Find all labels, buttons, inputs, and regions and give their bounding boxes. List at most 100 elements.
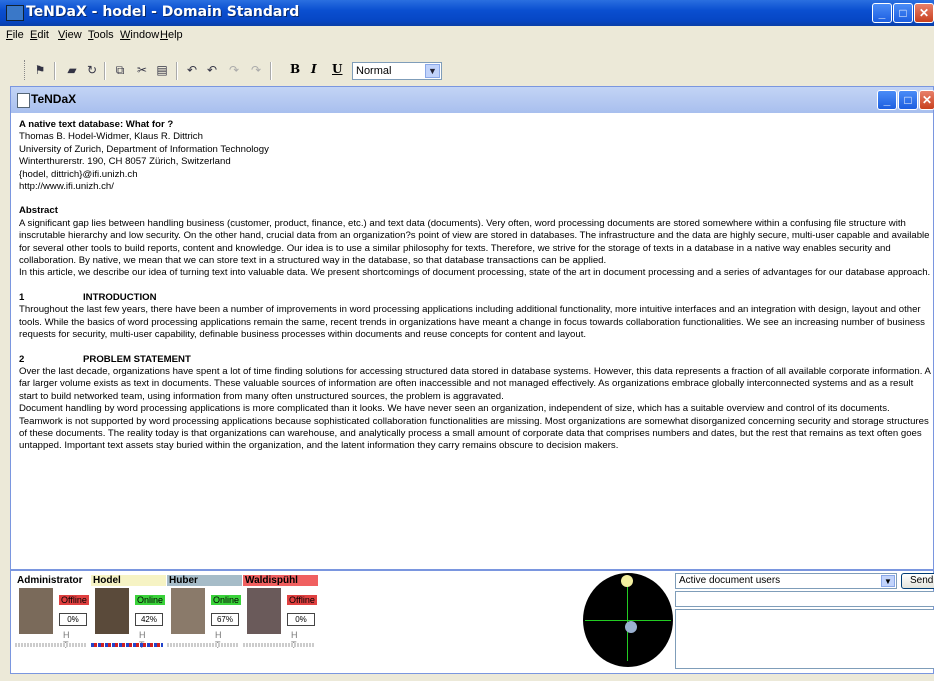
user-status: Offline bbox=[287, 595, 317, 605]
user-ht-flags: H T bbox=[215, 630, 227, 650]
user-activity-bar bbox=[91, 643, 163, 647]
app-title-bar: TeNDaX - hodel - Domain Standard _ □ ✕ bbox=[0, 0, 934, 26]
user-progress: 67% bbox=[211, 613, 239, 626]
body-paragraph: Over the last decade, organizations have… bbox=[19, 365, 931, 402]
user-card[interactable]: Huber Online 67% H T bbox=[167, 575, 242, 650]
redo-icon[interactable]: ↷ bbox=[226, 62, 242, 78]
user-activity-bar bbox=[15, 643, 87, 647]
user-ht-flags: H T bbox=[139, 630, 151, 650]
doc-url: http://www.ifi.unizh.ch/ bbox=[19, 181, 114, 193]
avatar bbox=[19, 588, 53, 634]
user-card[interactable]: Hodel Online 42% H T bbox=[91, 575, 166, 650]
chevron-down-icon[interactable]: ▼ bbox=[425, 64, 440, 78]
menu-file[interactable]: File bbox=[6, 29, 24, 41]
document-icon bbox=[17, 93, 30, 108]
paste-icon[interactable]: ▤ bbox=[154, 62, 170, 78]
document-window: TeNDaX _ □ ✕ A native text database: Wha… bbox=[10, 86, 934, 570]
chat-log bbox=[675, 609, 934, 669]
doc-close-button[interactable]: ✕ bbox=[919, 90, 934, 110]
avatar bbox=[171, 588, 205, 634]
toolbar: ⚑ ▰ ↻ ⧉ ✂ ▤ ↶ ↶ ↷ ↷ B I U bbox=[0, 58, 934, 84]
chevron-down-icon[interactable]: ▼ bbox=[881, 575, 895, 587]
collaboration-panel: Administrator Offline 0% H T Hodel Onlin… bbox=[10, 570, 934, 674]
window-title: TeNDaX - hodel - Domain Standard bbox=[26, 4, 300, 20]
user-card[interactable]: Waldispühl Offline 0% H T bbox=[243, 575, 318, 650]
radar-user-dot bbox=[625, 621, 637, 633]
document-text-area[interactable]: A native text database: What for ? Thoma… bbox=[19, 119, 934, 453]
chat-input[interactable] bbox=[675, 591, 934, 607]
abstract-paragraph: A significant gap lies between handling … bbox=[19, 217, 930, 267]
open-folder-icon[interactable]: ▰ bbox=[64, 62, 80, 78]
separator bbox=[270, 62, 272, 80]
user-activity-bar bbox=[243, 643, 315, 647]
doc-title: A native text database: What for ? bbox=[19, 119, 174, 130]
avatar bbox=[95, 588, 129, 634]
doc-address: Winterthurerstr. 190, CH 8057 Zürich, Sw… bbox=[19, 156, 231, 168]
section-title: PROBLEM STATEMENT bbox=[83, 353, 191, 365]
refresh-icon[interactable]: ↻ bbox=[84, 62, 100, 78]
menu-edit[interactable]: Edit bbox=[30, 29, 49, 41]
user-name: Huber bbox=[167, 575, 242, 586]
menu-help[interactable]: Help bbox=[160, 29, 183, 41]
section-title: INTRODUCTION bbox=[83, 291, 157, 303]
menu-tools[interactable]: Tools bbox=[88, 29, 114, 41]
cut-icon[interactable]: ✂ bbox=[134, 62, 150, 78]
bold-button[interactable]: B bbox=[290, 62, 300, 76]
maximize-button[interactable]: □ bbox=[893, 3, 913, 23]
menu-view[interactable]: View bbox=[58, 29, 82, 41]
chat-channel-value: Active document users bbox=[679, 575, 781, 586]
document-window-title: TeNDaX bbox=[31, 92, 77, 106]
body-paragraph: Document handling by word processing app… bbox=[19, 403, 929, 452]
send-button[interactable]: Send bbox=[901, 573, 934, 589]
document-window-title-bar: TeNDaX _ □ ✕ bbox=[11, 87, 934, 113]
user-status: Online bbox=[135, 595, 166, 605]
user-activity-bar bbox=[167, 643, 239, 647]
chat-panel: Active document users ▼ Send bbox=[675, 573, 934, 669]
status-bar bbox=[0, 675, 934, 681]
section-number: 1 bbox=[19, 291, 25, 303]
menu-window[interactable]: Window bbox=[120, 29, 159, 41]
close-button[interactable]: ✕ bbox=[914, 3, 934, 23]
user-position-radar bbox=[583, 573, 673, 667]
style-select[interactable]: Normal ▼ bbox=[352, 62, 442, 80]
chat-channel-select[interactable]: Active document users ▼ bbox=[675, 573, 897, 589]
section-heading: 2 PROBLEM STATEMENT bbox=[19, 354, 934, 366]
doc-email: {hodel, dittrich}@ifi.unizh.ch bbox=[19, 168, 138, 180]
undo-all-icon[interactable]: ↶ bbox=[204, 62, 220, 78]
user-card[interactable]: Administrator Offline 0% H T bbox=[15, 575, 90, 650]
user-name: Waldispühl bbox=[243, 575, 318, 586]
redo-all-icon[interactable]: ↷ bbox=[248, 62, 264, 78]
user-progress: 0% bbox=[287, 613, 315, 626]
menu-bar: File Edit View Tools Window Help bbox=[0, 26, 934, 46]
doc-maximize-button[interactable]: □ bbox=[898, 90, 918, 110]
user-name: Administrator bbox=[15, 575, 90, 586]
body-paragraph: Throughout the last few years, there hav… bbox=[19, 304, 925, 341]
separator bbox=[104, 62, 106, 80]
user-ht-flags: H T bbox=[63, 630, 75, 650]
radar-user-dot bbox=[621, 575, 633, 587]
doc-minimize-button[interactable]: _ bbox=[877, 90, 897, 110]
undo-icon[interactable]: ↶ bbox=[184, 62, 200, 78]
abstract-paragraph: In this article, we describe our idea of… bbox=[19, 267, 931, 279]
user-progress: 42% bbox=[135, 613, 163, 626]
style-select-value: Normal bbox=[356, 65, 392, 77]
section-number: 2 bbox=[19, 353, 25, 365]
toolbar-grip bbox=[24, 60, 27, 80]
separator bbox=[54, 62, 56, 80]
section-heading: 1 INTRODUCTION bbox=[19, 292, 934, 304]
doc-authors: Thomas B. Hodel-Widmer, Klaus R. Dittric… bbox=[19, 131, 203, 143]
user-status: Online bbox=[211, 595, 242, 605]
user-name: Hodel bbox=[91, 575, 166, 586]
minimize-button[interactable]: _ bbox=[872, 3, 892, 23]
copy-icon[interactable]: ⧉ bbox=[112, 62, 128, 78]
user-ht-flags: H T bbox=[291, 630, 303, 650]
separator bbox=[176, 62, 178, 80]
user-status: Offline bbox=[59, 595, 89, 605]
app-icon bbox=[6, 5, 24, 21]
underline-button[interactable]: U bbox=[332, 62, 342, 76]
user-progress: 0% bbox=[59, 613, 87, 626]
doc-affiliation: University of Zurich, Department of Info… bbox=[19, 143, 269, 155]
italic-button[interactable]: I bbox=[311, 62, 317, 76]
avatar bbox=[247, 588, 281, 634]
users-icon[interactable]: ⚑ bbox=[32, 62, 48, 78]
